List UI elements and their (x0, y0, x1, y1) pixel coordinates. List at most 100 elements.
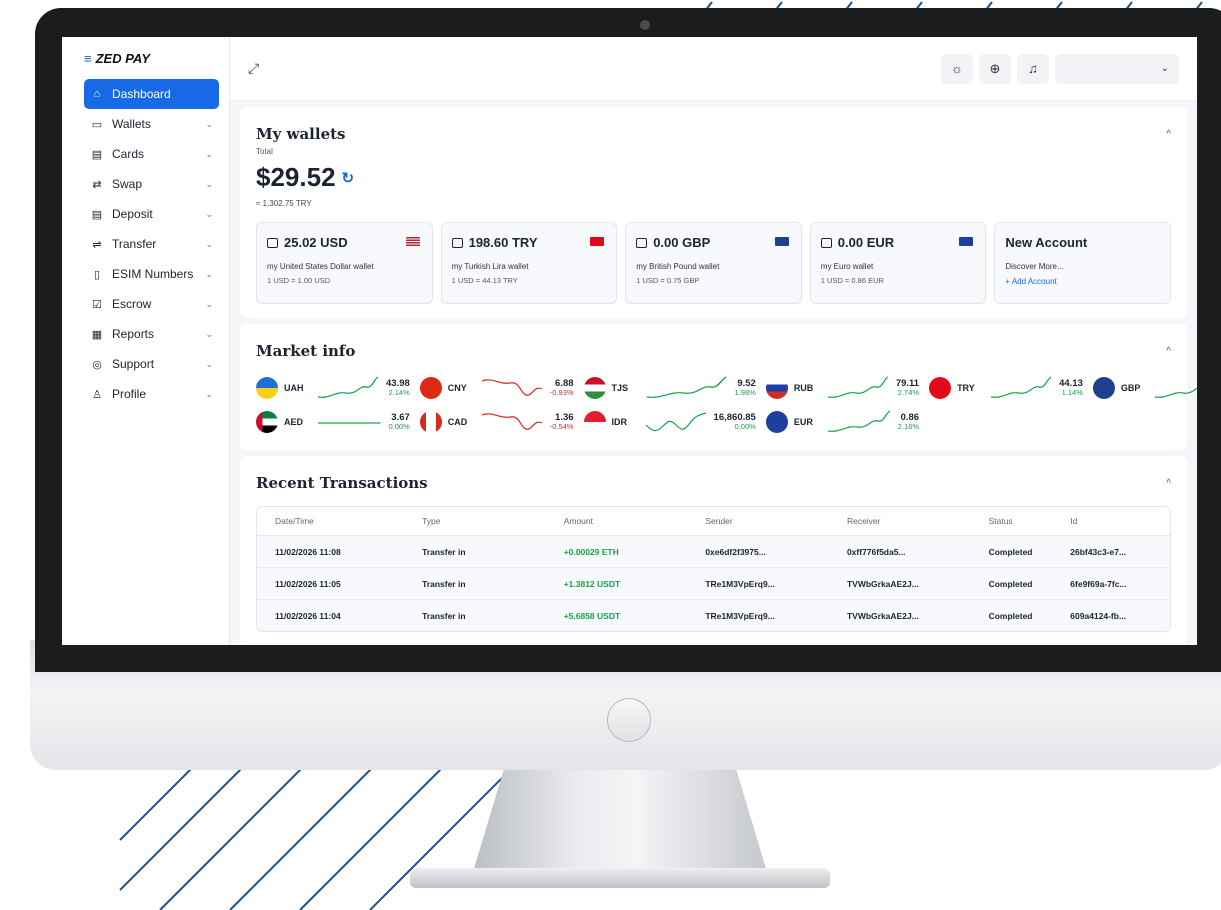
market-code: CNY (447, 383, 467, 393)
wallet-icon (267, 237, 278, 248)
theme-toggle-button[interactable]: ☼ (941, 53, 973, 84)
column-header[interactable]: Type (422, 516, 564, 526)
market-code: RUB (793, 383, 814, 393)
table-cell: Transfer in (422, 578, 466, 589)
language-button[interactable]: ⊕ (979, 53, 1011, 84)
wallet-amount: 0.00 GBP (653, 235, 711, 250)
chevron-down-icon: ⌄ (205, 178, 213, 189)
wallet-rate: 1 USD = 1.00 USD (267, 276, 331, 285)
collapse-transactions-icon[interactable]: ^ (1166, 478, 1171, 489)
column-header[interactable]: Date/Time (275, 516, 422, 526)
column-header[interactable]: Sender (705, 516, 847, 526)
new-account-title: New Account (1005, 235, 1088, 250)
wallet-amount-row: 0.00 EUR (820, 235, 976, 250)
sidebar-item-cards[interactable]: ▤ Cards ⌄ (84, 139, 219, 169)
chevron-down-icon: ⌄ (205, 358, 213, 369)
market-values: 79.11 2.74% (896, 378, 920, 398)
brand-name: ZED PAY (95, 50, 151, 66)
sidebar-item-transfer[interactable]: ⇌ Transfer ⌄ (84, 229, 219, 259)
market-values: 43.98 2.14% (386, 378, 410, 398)
collapse-wallets-icon[interactable]: ^ (1166, 129, 1171, 140)
new-account-card[interactable]: New Account Discover More... + Add Account (994, 222, 1171, 304)
market-item-uah[interactable]: UAH 43.98 2.14% (256, 374, 410, 402)
table-row[interactable]: 11/02/2026 11:05 Transfer in +1.3812 USDT T… (257, 567, 1170, 599)
market-item-cny[interactable]: CNY 6.88 -0.93% (419, 374, 574, 402)
wallet-list: 25.02 USD my United States Dollar wallet 1… (256, 222, 1171, 304)
market-values: 9.52 1.98% (734, 378, 756, 398)
sparkline (481, 413, 543, 430)
collapse-market-icon[interactable]: ^ (1166, 346, 1171, 357)
flag-idr-icon (583, 411, 606, 433)
transfer-icon: ⇌ (92, 238, 102, 251)
market-item-try[interactable]: TRY 44.13 1.14% (929, 374, 1083, 402)
table-cell: TRe1M3VpErq9... (705, 610, 775, 621)
sidebar-item-label: Swap (112, 177, 143, 191)
wallet-card-usd[interactable]: 25.02 USD my United States Dollar wallet 1… (256, 222, 433, 304)
market-item-idr[interactable]: IDR 16,860.85 0.00% (583, 408, 756, 436)
table-cell: Completed (988, 546, 1033, 557)
market-code: AED (284, 417, 304, 427)
promo-scene: ≡ ZED PAY ⌂ Dashboard ▭ Wallets ⌄ ▤ Cards ⌄ ⇄ Swa… (0, 0, 1221, 910)
sidebar-item-profile[interactable]: ♙ Profile ⌄ (84, 379, 219, 409)
transactions-title: Recent Transactions (256, 474, 428, 492)
refresh-icon[interactable]: ↻ (342, 169, 355, 187)
fullscreen-icon[interactable]: ⤢ (248, 60, 259, 77)
add-account-button[interactable]: + Add Account (1005, 277, 1160, 286)
market-code: UAH (284, 383, 304, 393)
market-code: CAD (447, 417, 468, 427)
wallet-description: my Euro wallet (820, 262, 874, 271)
table-cell: 11/02/2026 11:08 (275, 546, 341, 557)
market-change: 0.00% (734, 422, 756, 432)
deposit-icon: ▤ (91, 208, 103, 221)
table-header-row: Date/Time Type Amount Sender Receiver Status I… (257, 507, 1170, 535)
table-cell: +5.6858 USDT (563, 610, 621, 621)
market-item-aed[interactable]: AED 3.67 0.00% (256, 408, 410, 436)
table-cell: 0xe6df2f3975... (705, 546, 766, 557)
wallet-card-gbp[interactable]: 0.00 GBP my British Pound wallet 1 USD = 0… (625, 222, 802, 304)
chevron-down-icon: ⌄ (205, 388, 213, 399)
sidebar-item-label: Reports (112, 327, 155, 341)
brand-logo[interactable]: ≡ ZED PAY (84, 47, 219, 69)
sidebar-item-wallets[interactable]: ▭ Wallets ⌄ (84, 109, 219, 139)
market-change: 1.98% (734, 388, 756, 398)
sparkline-path (646, 376, 727, 398)
sidebar-item-dashboard[interactable]: ⌂ Dashboard (84, 79, 219, 109)
market-item-rub[interactable]: RUB 79.11 2.74% (765, 374, 920, 402)
sidebar-item-escrow[interactable]: ☑ Escrow ⌄ (84, 289, 219, 319)
market-item-gbp[interactable]: GBP0.751.51% (1092, 374, 1197, 402)
market-change: 1.14% (1061, 388, 1083, 398)
column-header[interactable]: Id (1070, 516, 1152, 526)
table-row[interactable]: 11/02/2026 11:08 Transfer in +0.00029 ETH 0… (257, 535, 1170, 567)
user-menu-select[interactable]: ⌄ (1055, 53, 1179, 84)
wallet-card-try[interactable]: 198.60 TRY my Turkish Lira wallet 1 USD = … (440, 222, 618, 304)
market-change: 2.74% (897, 388, 920, 398)
sidebar-item-support[interactable]: ◎ Support ⌄ (84, 349, 219, 379)
total-approx: ≈ 1,302.75 TRY (256, 199, 312, 208)
table-cell: TRe1M3VpErq9... (705, 578, 775, 589)
notifications-button[interactable]: ♫ (1017, 53, 1049, 84)
table-cell: 11/02/2026 11:05 (275, 578, 341, 589)
column-header[interactable]: Receiver (847, 516, 989, 526)
total-value: $29.52 (256, 162, 336, 192)
sidebar-item-deposit[interactable]: ▤ Deposit ⌄ (84, 199, 219, 229)
new-account-desc: Discover More... (1005, 262, 1064, 271)
market-item-cad[interactable]: CAD 1.36 -0.54% (419, 408, 574, 436)
market-item-eur[interactable]: EUR 0.86 2.16% (765, 408, 919, 436)
flag-cad-icon (419, 411, 442, 433)
sidebar-item-label: Deposit (112, 207, 153, 221)
table-row[interactable]: 11/02/2026 11:04 Transfer in +5.6858 USDT T… (257, 599, 1170, 631)
column-header[interactable]: Amount (564, 516, 706, 526)
wallet-card-eur[interactable]: 0.00 EUR my Euro wallet 1 USD = 0.86 EUR (809, 222, 987, 304)
sidebar-item-label: Dashboard (112, 87, 171, 101)
chevron-down-icon: ⌄ (205, 268, 213, 279)
sidebar-item-reports[interactable]: ▦ Reports ⌄ (84, 319, 219, 349)
sidebar-item-swap[interactable]: ⇄ Swap ⌄ (84, 169, 219, 199)
column-header[interactable]: Status (989, 516, 1071, 526)
sparkline (1154, 387, 1197, 398)
sidebar-item-esim-numbers[interactable]: ▯ ESIM Numbers ⌄ (84, 259, 219, 289)
market-values: 1.36 -0.54% (550, 412, 574, 432)
market-code: IDR (611, 417, 628, 427)
sidebar-item-label: Transfer (112, 237, 157, 251)
table-cell: TVWbGrkaAE2J... (846, 610, 919, 621)
market-item-tjs[interactable]: TJS 9.52 1.98% (583, 374, 756, 402)
